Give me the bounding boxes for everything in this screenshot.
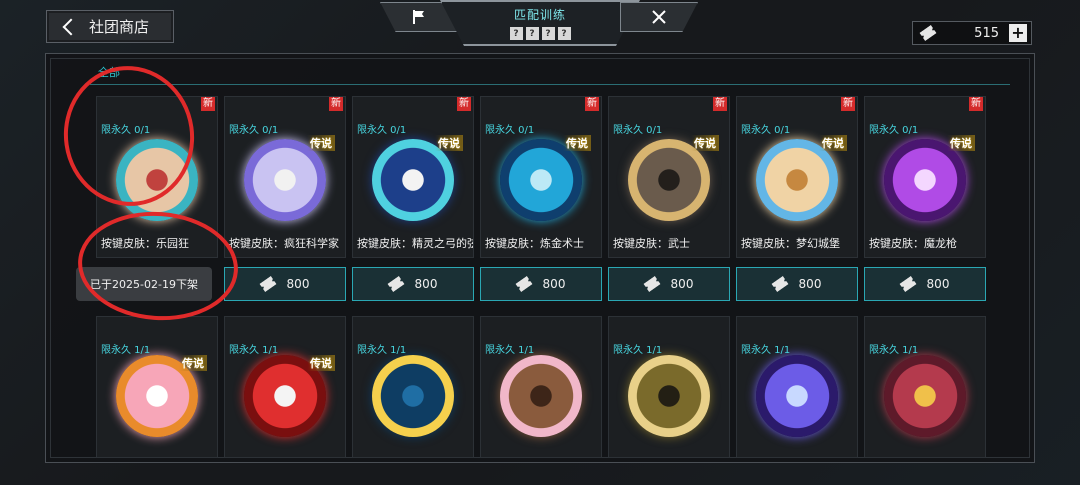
mode-mark: ? [541,27,555,40]
item-name: 按键皮肤：炼金术士 [485,237,584,250]
shop-item-card[interactable]: 限永久 1/1 [480,316,602,458]
item-name: 按键皮肤：精灵之弓的弦 [357,237,474,250]
new-badge: 新 [713,97,727,111]
price-label: 800 [542,277,566,291]
skin-emblem-image [372,355,454,437]
shop-item-card[interactable]: 限永久 0/1 新传说按键皮肤：炼金术士 [480,96,602,258]
legendary-badge: 传说 [819,135,847,151]
purchase-limit: 限永久 0/1 [229,125,279,136]
ticket-icon [771,276,788,292]
tab-underline [90,84,1010,85]
purchase-limit: 限永久 0/1 [485,125,535,136]
mode-mark: ? [509,27,523,40]
ticket-icon [643,276,660,292]
new-badge: 新 [329,97,343,111]
buy-button[interactable]: 800 [480,267,602,301]
legendary-badge: 传说 [307,355,335,371]
ticket-icon [259,276,276,292]
shop-item-card[interactable]: 限永久 1/1 [736,316,858,458]
price-label: 800 [798,277,822,291]
shop-item-card[interactable]: 限永久 0/1 新传说按键皮肤：魔龙枪 [864,96,986,258]
shop-item-card[interactable]: 限永久 0/1 新传说按键皮肤：精灵之弓的弦 [352,96,474,258]
item-name: 按键皮肤：魔龙枪 [869,237,957,250]
legendary-badge: 传说 [179,355,207,371]
purchase-limit: 限永久 1/1 [741,345,791,356]
shop-item-card[interactable]: 限永久 1/1 传说 [96,316,218,458]
price-label: 800 [670,277,694,291]
buy-button[interactable]: 800 [608,267,730,301]
mode-mark: ? [525,27,539,40]
new-badge: 新 [841,97,855,111]
currency-value: 515 [974,25,999,41]
back-button[interactable]: 社团商店 [46,10,174,43]
new-badge: 新 [457,97,471,111]
item-name: 按键皮肤：疯狂科学家 [229,237,339,250]
legendary-badge: 传说 [435,135,463,151]
buy-button[interactable]: 800 [864,267,986,301]
buy-button[interactable]: 800 [736,267,858,301]
ticket-icon [387,276,404,292]
skin-emblem-image [884,355,966,437]
flag-icon [413,10,424,24]
shop-item-card[interactable]: 限永久 0/1 新传说按键皮肤：梦幻城堡 [736,96,858,258]
purchase-limit: 限永久 1/1 [485,345,535,356]
shop-item-card[interactable]: 限永久 1/1 传说 [224,316,346,458]
chevron-left-icon [62,18,80,35]
legendary-badge: 传说 [947,135,975,151]
close-icon [652,10,666,24]
ticket-icon [919,25,936,41]
legendary-badge: 传说 [563,135,591,151]
mode-mark: ? [557,27,571,40]
currency-display: 515 + [912,21,1032,45]
skin-emblem-image [244,139,326,221]
purchase-limit: 限永久 1/1 [229,345,279,356]
item-name: 按键皮肤：梦幻城堡 [741,237,840,250]
purchase-limit: 限永久 1/1 [101,345,151,356]
new-badge: 新 [201,97,215,111]
purchase-limit: 限永久 1/1 [869,345,919,356]
add-currency-button[interactable]: + [1009,24,1027,42]
shop-item-card[interactable]: 限永久 0/1 新传说按键皮肤：疯狂科学家 [224,96,346,258]
purchase-limit: 限永久 0/1 [741,125,791,136]
price-label: 800 [926,277,950,291]
mode-title: 匹配训练 [513,8,566,22]
skin-emblem-image [884,139,966,221]
mode-marks: ? ? ? ? [509,27,571,40]
legendary-badge: 传说 [307,135,335,151]
item-name: 按键皮肤：武士 [613,237,690,250]
purchase-limit: 限永久 0/1 [869,125,919,136]
skin-emblem-image [500,355,582,437]
skin-emblem-image [756,139,838,221]
skin-emblem-image [500,139,582,221]
ticket-icon [515,276,532,292]
purchase-limit: 限永久 0/1 [613,125,663,136]
shop-item-card[interactable]: 限永久 1/1 [352,316,474,458]
shop-item-card[interactable]: 限永久 1/1 [608,316,730,458]
skin-emblem-image [756,355,838,437]
price-label: 800 [414,277,438,291]
skin-emblem-image [372,139,454,221]
purchase-limit: 限永久 1/1 [613,345,663,356]
legendary-badge: 传说 [691,135,719,151]
ticket-icon [899,276,916,292]
shop-item-card[interactable]: 限永久 0/1 新传说按键皮肤：武士 [608,96,730,258]
price-label: 800 [286,277,310,291]
skin-emblem-image [628,139,710,221]
shop-item-card[interactable]: 限永久 1/1 [864,316,986,458]
new-badge: 新 [585,97,599,111]
skin-emblem-image [628,355,710,437]
purchase-limit: 限永久 1/1 [357,345,407,356]
purchase-limit: 限永久 0/1 [357,125,407,136]
buy-button[interactable]: 800 [352,267,474,301]
new-badge: 新 [969,97,983,111]
shop-title: 社团商店 [89,18,150,36]
buy-button[interactable]: 800 [224,267,346,301]
mode-indicator: 匹配训练 ? ? ? ? [440,0,640,46]
